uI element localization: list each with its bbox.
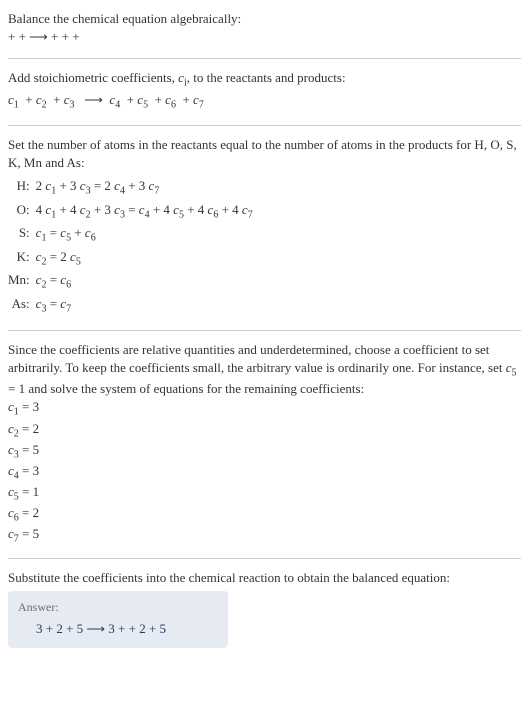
intro-line1: Balance the chemical equation algebraica…	[8, 10, 521, 28]
stoich-eq-span: c1 + c2 + c3 ⟶ c4 + c5 + c6 + c7	[8, 92, 204, 107]
atom-label: K:	[8, 247, 36, 271]
stoich-text: Add stoichiometric coefficients, ci, to …	[8, 69, 521, 91]
table-row: O: 4 c1 + 4 c2 + 3 c3 = c4 + 4 c5 + 4 c6…	[8, 200, 259, 224]
table-row: Mn: c2 = c6	[8, 270, 259, 294]
stoich-text-span: Add stoichiometric coefficients, ci, to …	[8, 70, 346, 85]
atom-eq: c2 = 2 c5	[36, 247, 259, 271]
atoms-table: H: 2 c1 + 3 c3 = 2 c4 + 3 c7 O: 4 c1 + 4…	[8, 176, 259, 318]
stoich-equation: c1 + c2 + c3 ⟶ c4 + c5 + c6 + c7	[8, 91, 521, 113]
table-row: S: c1 = c5 + c6	[8, 223, 259, 247]
page: Balance the chemical equation algebraica…	[0, 0, 529, 664]
atom-eq: 4 c1 + 4 c2 + 3 c3 = c4 + 4 c5 + 4 c6 + …	[36, 200, 259, 224]
intro-equation: + + ⟶ + + +	[8, 28, 521, 46]
atom-eq: c1 = c5 + c6	[36, 223, 259, 247]
atom-eq: c2 = c6	[36, 270, 259, 294]
atom-eq: c3 = c7	[36, 294, 259, 318]
solve-section: Since the coefficients are relative quan…	[8, 337, 521, 553]
intro-section: Balance the chemical equation algebraica…	[8, 6, 521, 52]
list-item: c3 = 5	[8, 441, 521, 462]
atom-label: Mn:	[8, 270, 36, 294]
list-item: c2 = 2	[8, 420, 521, 441]
list-item: c5 = 1	[8, 483, 521, 504]
solve-intro: Since the coefficients are relative quan…	[8, 341, 521, 399]
atoms-section: Set the number of atoms in the reactants…	[8, 132, 521, 324]
table-row: H: 2 c1 + 3 c3 = 2 c4 + 3 c7	[8, 176, 259, 200]
atom-label: S:	[8, 223, 36, 247]
atom-label: O:	[8, 200, 36, 224]
atom-label: H:	[8, 176, 36, 200]
divider	[8, 125, 521, 126]
table-row: K: c2 = 2 c5	[8, 247, 259, 271]
list-item: c1 = 3	[8, 398, 521, 419]
substitute-intro: Substitute the coefficients into the che…	[8, 569, 521, 587]
substitute-section: Substitute the coefficients into the che…	[8, 565, 521, 654]
divider	[8, 330, 521, 331]
atom-label: As:	[8, 294, 36, 318]
list-item: c7 = 5	[8, 525, 521, 546]
list-item: c6 = 2	[8, 504, 521, 525]
divider	[8, 58, 521, 59]
answer-equation: 3 + 2 + 5 ⟶ 3 + + 2 + 5	[18, 620, 218, 638]
list-item: c4 = 3	[8, 462, 521, 483]
table-row: As: c3 = c7	[8, 294, 259, 318]
answer-label: Answer:	[18, 599, 218, 616]
divider	[8, 558, 521, 559]
atom-eq: 2 c1 + 3 c3 = 2 c4 + 3 c7	[36, 176, 259, 200]
answer-box: Answer: 3 + 2 + 5 ⟶ 3 + + 2 + 5	[8, 591, 228, 648]
atoms-intro: Set the number of atoms in the reactants…	[8, 136, 521, 172]
stoich-section: Add stoichiometric coefficients, ci, to …	[8, 65, 521, 118]
coefficient-list: c1 = 3 c2 = 2 c3 = 5 c4 = 3 c5 = 1 c6 = …	[8, 398, 521, 546]
